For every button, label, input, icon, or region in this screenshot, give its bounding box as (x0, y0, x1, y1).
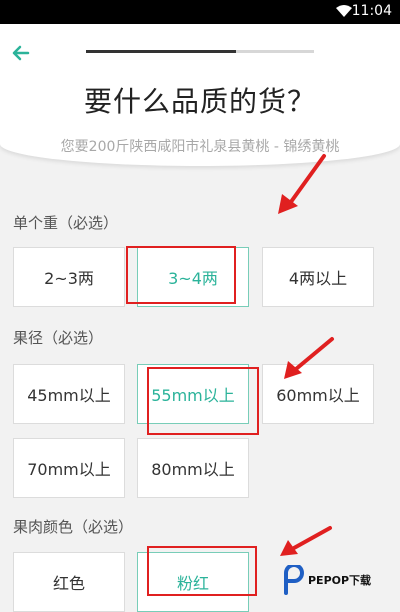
section-label-flesh-color: 果肉颜色（必选） (13, 518, 134, 536)
option-diameter-80[interactable]: 80mm以上 (137, 438, 249, 498)
page-header: 要什么品质的货？ 您要200斤陕西咸阳市礼泉县黄桃 - 锦绣黄桃 (0, 24, 400, 166)
option-color-pink[interactable]: 粉红 (137, 552, 249, 612)
option-weight-2-3[interactable]: 2~3两 (13, 247, 125, 307)
watermark-logo-icon (284, 565, 304, 595)
progress-bar (86, 50, 314, 53)
option-weight-3-4[interactable]: 3~4两 (137, 247, 249, 307)
page-subtitle: 您要200斤陕西咸阳市礼泉县黄桃 - 锦绣黄桃 (60, 139, 340, 155)
option-diameter-55[interactable]: 55mm以上 (137, 364, 249, 424)
option-diameter-60[interactable]: 60mm以上 (262, 364, 374, 424)
progress-fill (86, 50, 237, 53)
status-time: 11:04 (351, 3, 392, 19)
status-bar: 11:04 (0, 0, 400, 24)
section-label-diameter: 果径（必选） (13, 329, 104, 347)
page-title: 要什么品质的货？ (83, 85, 316, 118)
section-label-weight: 单个重（必选） (13, 214, 119, 232)
option-diameter-70[interactable]: 70mm以上 (13, 438, 125, 498)
option-diameter-45[interactable]: 45mm以上 (13, 364, 125, 424)
option-weight-4-plus[interactable]: 4两以上 (262, 247, 374, 307)
back-arrow-icon[interactable] (6, 38, 36, 68)
watermark-text: PEPOP下载 (308, 574, 372, 587)
annotation-arrow (280, 526, 332, 556)
option-color-red[interactable]: 红色 (13, 552, 125, 612)
wifi-icon (336, 5, 352, 17)
